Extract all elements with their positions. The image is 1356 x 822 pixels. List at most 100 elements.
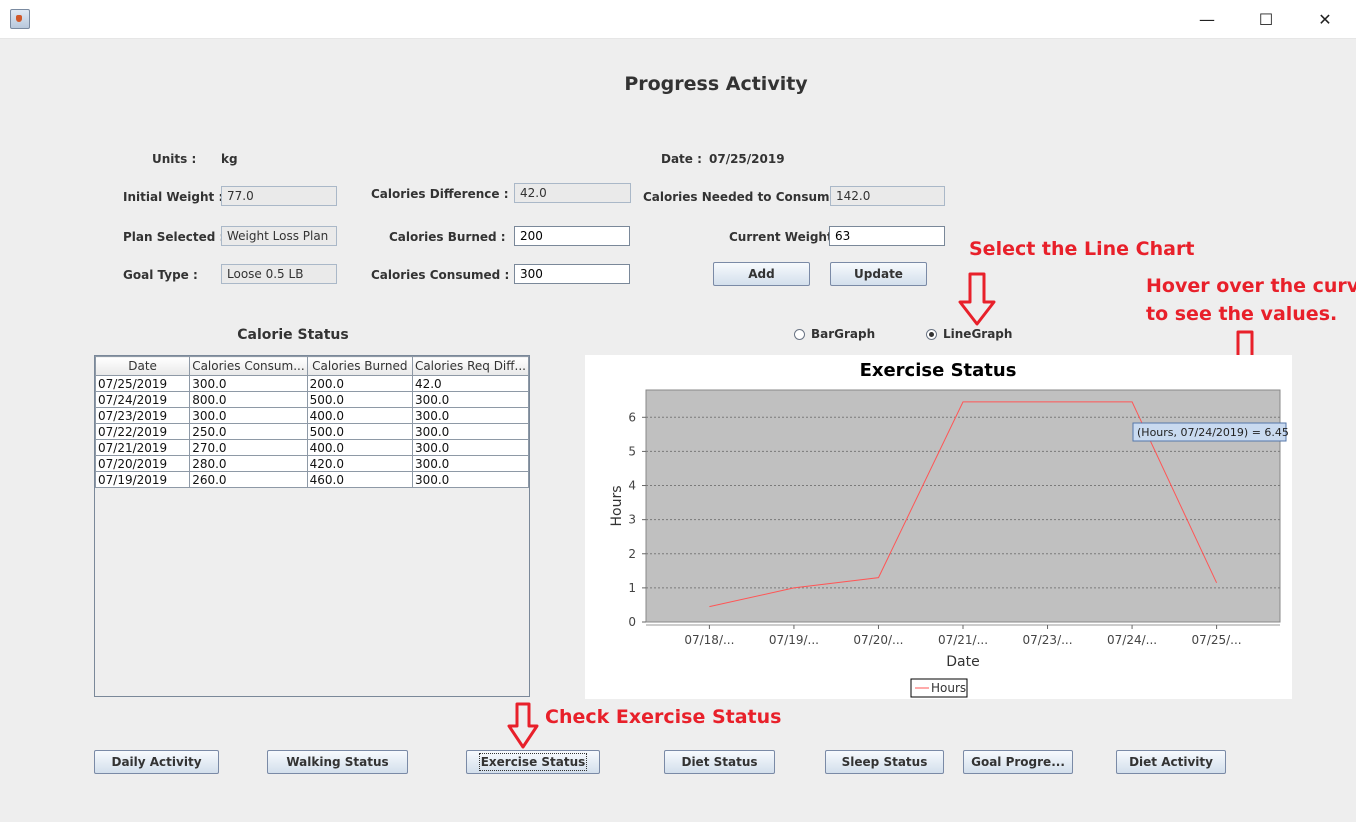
calories-burned-input[interactable]: 200 xyxy=(514,226,630,246)
table-cell: 260.0 xyxy=(189,471,308,488)
exercise-status-chart[interactable]: Exercise Status 0 1 2 3 4 5 6 07/18/... 07/19/...… xyxy=(585,355,1292,699)
units-value: kg xyxy=(221,152,238,166)
table-cell: 800.0 xyxy=(189,391,308,408)
table-cell: 500.0 xyxy=(306,391,413,408)
add-button[interactable]: Add xyxy=(713,262,810,286)
table-cell: 07/22/2019 xyxy=(94,423,191,440)
goal-progress-label: Goal Progre... xyxy=(971,755,1065,769)
update-button[interactable]: Update xyxy=(830,262,927,286)
date-value: 07/25/2019 xyxy=(709,152,785,166)
down-arrow-icon xyxy=(507,702,539,749)
y-tick-label: 3 xyxy=(628,513,636,527)
calories-consumed-input[interactable]: 300 xyxy=(514,264,630,284)
walking-status-button[interactable]: Walking Status xyxy=(267,750,408,774)
chart-tooltip: (Hours, 07/24/2019) = 6.45 xyxy=(1137,426,1289,439)
y-tick-label: 0 xyxy=(628,615,636,629)
table-cell: 42.0 xyxy=(411,375,530,392)
chart-title: Exercise Status xyxy=(860,360,1017,381)
date-label: Date : xyxy=(661,152,702,166)
table-cell: 300.0 xyxy=(411,471,530,488)
y-tick-label: 1 xyxy=(628,581,636,595)
calories-needed-field[interactable]: 142.0 xyxy=(830,186,945,206)
data-point xyxy=(1129,399,1135,405)
table-cell: 250.0 xyxy=(189,423,308,440)
table-cell: 200.0 xyxy=(306,375,413,392)
table-cell: 300.0 xyxy=(411,455,530,472)
page-title: Progress Activity xyxy=(624,73,808,95)
bar-graph-label: BarGraph xyxy=(811,327,876,341)
sleep-status-button[interactable]: Sleep Status xyxy=(825,750,944,774)
x-axis-label: Date xyxy=(946,654,979,670)
calories-difference-label: Calories Difference : xyxy=(371,187,509,201)
calories-needed-label: Calories Needed to Consumed : xyxy=(643,190,856,204)
minimize-button[interactable]: — xyxy=(1184,0,1230,38)
x-tick-label: 07/25/... xyxy=(1192,633,1242,647)
diet-status-button[interactable]: Diet Status xyxy=(664,750,775,774)
table-row[interactable]: 07/20/2019 280.0 420.0 300.0 xyxy=(94,455,530,472)
goal-progress-button[interactable]: Goal Progre... xyxy=(963,750,1073,774)
daily-activity-button[interactable]: Daily Activity xyxy=(94,750,219,774)
walking-status-label: Walking Status xyxy=(286,755,389,769)
line-graph-label: LineGraph xyxy=(943,327,1013,341)
legend-label: Hours xyxy=(931,681,966,695)
table-cell: 500.0 xyxy=(306,423,413,440)
column-header[interactable]: Calories Consum... xyxy=(189,356,308,376)
initial-weight-label: Initial Weight : xyxy=(123,190,224,204)
diet-activity-button[interactable]: Diet Activity xyxy=(1116,750,1226,774)
goal-type-label: Goal Type : xyxy=(123,268,198,282)
units-label: Units : xyxy=(152,152,197,166)
initial-weight-field[interactable]: 77.0 xyxy=(221,186,337,206)
table-row[interactable]: 07/24/2019 800.0 500.0 300.0 xyxy=(94,391,530,408)
plan-selected-field[interactable]: Weight Loss Plan xyxy=(221,226,337,246)
goal-type-field[interactable]: Loose 0.5 LB xyxy=(221,264,337,284)
table-cell: 420.0 xyxy=(306,455,413,472)
y-tick-label: 5 xyxy=(628,444,636,458)
table-row[interactable]: 07/23/2019 300.0 400.0 300.0 xyxy=(94,407,530,424)
table-cell: 400.0 xyxy=(306,407,413,424)
table-cell: 400.0 xyxy=(306,439,413,456)
bar-graph-option[interactable]: BarGraph xyxy=(794,327,875,341)
calorie-status-table[interactable]: Date Calories Consum... Calories Burned Cal… xyxy=(94,355,530,697)
table-row[interactable]: 07/22/2019 250.0 500.0 300.0 xyxy=(94,423,530,440)
table-cell: 300.0 xyxy=(411,423,530,440)
x-tick-label: 07/18/... xyxy=(684,633,734,647)
table-cell: 07/20/2019 xyxy=(94,455,191,472)
calories-consumed-label: Calories Consumed : xyxy=(371,268,510,282)
data-point xyxy=(960,399,966,405)
table-cell: 460.0 xyxy=(306,471,413,488)
maximize-button[interactable]: ☐ xyxy=(1243,0,1289,38)
close-button[interactable]: ✕ xyxy=(1302,0,1348,38)
data-point xyxy=(1214,580,1220,586)
x-tick-label: 07/24/... xyxy=(1107,633,1157,647)
calories-burned-label: Calories Burned : xyxy=(389,230,506,244)
table-cell: 300.0 xyxy=(189,407,308,424)
current-weight-input[interactable]: 63 xyxy=(829,226,945,246)
table-cell: 07/19/2019 xyxy=(94,471,191,488)
current-weight-label: Current Weight : xyxy=(729,230,842,244)
x-tick-label: 07/20/... xyxy=(853,633,903,647)
calories-difference-field[interactable]: 42.0 xyxy=(514,183,631,203)
table-cell: 07/21/2019 xyxy=(94,439,191,456)
annotation-check-exercise: Check Exercise Status xyxy=(545,706,782,728)
data-point xyxy=(791,585,797,591)
table-cell: 300.0 xyxy=(189,375,308,392)
bar-graph-radio[interactable] xyxy=(794,328,805,340)
table-row[interactable]: 07/19/2019 260.0 460.0 300.0 xyxy=(94,471,530,488)
column-header[interactable]: Calories Req Diff... xyxy=(411,356,530,376)
table-cell: 300.0 xyxy=(411,439,530,456)
line-graph-radio[interactable] xyxy=(926,328,937,340)
column-header[interactable]: Calories Burned xyxy=(306,356,413,376)
annotation-hover-line1: Hover over the curves xyxy=(1146,275,1356,297)
exercise-status-button[interactable]: Exercise Status xyxy=(466,750,600,774)
table-row[interactable]: 07/21/2019 270.0 400.0 300.0 xyxy=(94,439,530,456)
table-cell: 07/24/2019 xyxy=(94,391,191,408)
chart-svg: Exercise Status 0 1 2 3 4 5 6 07/18/... 07/19/...… xyxy=(609,360,1289,698)
annotation-hover-line2: to see the values. xyxy=(1146,303,1338,325)
table-cell: 270.0 xyxy=(189,439,308,456)
x-tick-label: 07/19/... xyxy=(769,633,819,647)
column-header[interactable]: Date xyxy=(94,356,191,376)
table-title: Calorie Status xyxy=(237,327,349,343)
annotation-select-line-chart: Select the Line Chart xyxy=(969,238,1195,260)
line-graph-option[interactable]: LineGraph xyxy=(926,327,1012,341)
table-row[interactable]: 07/25/2019 300.0 200.0 42.0 xyxy=(94,375,530,392)
